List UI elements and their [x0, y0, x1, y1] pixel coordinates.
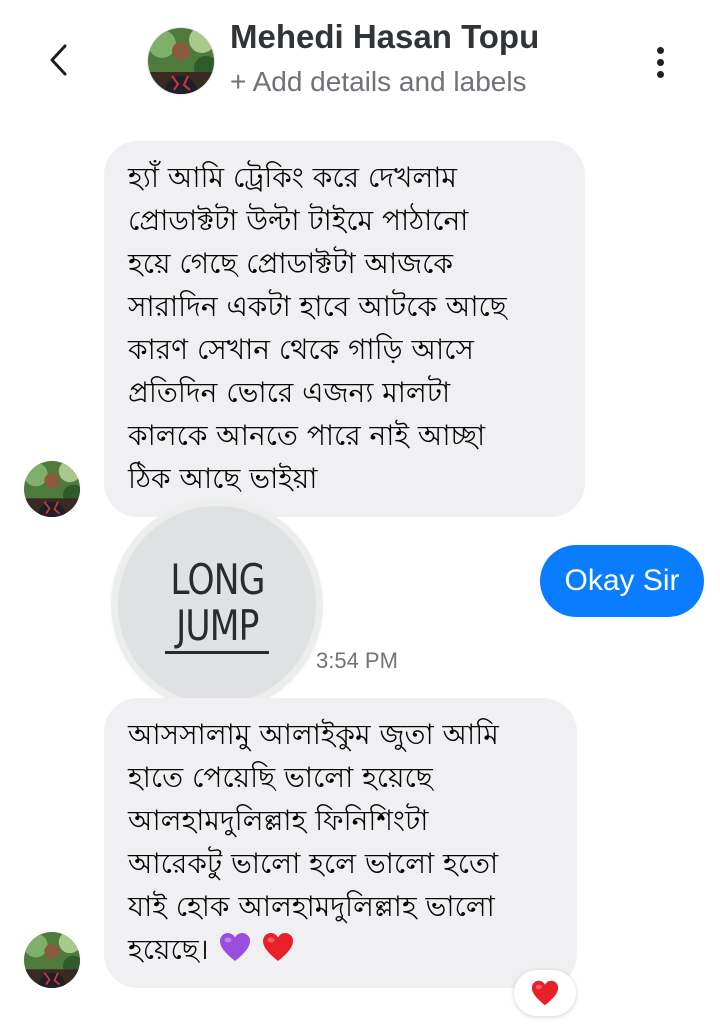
back-button[interactable]: [36, 38, 80, 82]
message-timestamp: 3:54 PM: [316, 648, 398, 673]
message-line-last: হয়েছে।: [128, 928, 553, 971]
message-line: ঠিক আছে ভাইয়া: [128, 462, 318, 495]
message-line: কালকে আনতে পারে নাই আচ্ছা: [128, 419, 486, 452]
add-details-link[interactable]: + Add details and labels: [230, 66, 527, 98]
message-line: হাতে পেয়েছি ভালো হয়েছে: [128, 761, 433, 794]
message-line: হয়ে গেছে প্রোডাক্টটা আজকে: [128, 247, 454, 280]
incoming-message-bubble[interactable]: হ্যাঁ আমি ট্রেকিং করে দেখলাম প্রোডাক্টটা…: [104, 141, 585, 517]
purple-heart-icon: [219, 933, 250, 961]
more-options-button[interactable]: [640, 40, 680, 84]
message-line: প্রতিদিন ভোরে এজন্য মালটা: [128, 376, 451, 409]
sticker-text-line: JUMP: [175, 600, 259, 650]
sticker-text-line: LONG: [169, 554, 265, 604]
contact-name[interactable]: Mehedi Hasan Topu: [230, 18, 539, 56]
incoming-message-bubble[interactable]: আসসালামু আলাইকুম জুতা আমি হাতে পেয়েছি ভ…: [104, 698, 577, 988]
message-line: আসসালামু আলাইকুম জুতা আমি: [128, 718, 499, 751]
contact-avatar[interactable]: [148, 28, 214, 94]
chevron-left-icon: [50, 44, 67, 76]
red-heart-icon: [262, 933, 293, 961]
message-line: প্রোডাক্টটা উল্টা টাইমে পাঠানো: [128, 204, 469, 237]
message-line: আলহামদুলিল্লাহ ফিনিশিংটা: [128, 804, 429, 837]
more-vertical-icon: [656, 46, 664, 54]
message-line: হ্যাঁ আমি ট্রেকিং করে দেখলাম: [128, 161, 457, 194]
outgoing-message-bubble[interactable]: Okay Sir: [540, 545, 704, 617]
message-line: কারণ সেখান থেকে গাড়ি আসে: [128, 333, 474, 366]
red-heart-icon: [531, 980, 559, 1006]
sender-avatar[interactable]: [24, 461, 80, 517]
long-jump-sticker[interactable]: LONG JUMP: [118, 506, 316, 704]
conversation-header: Mehedi Hasan Topu + Add details and labe…: [0, 0, 720, 120]
message-line: যাই হোক আলহামদুলিল্লাহ ভালো: [128, 890, 495, 923]
message-reaction[interactable]: [514, 970, 576, 1016]
message-line: আরেকটু ভালো হলে ভালো হতো: [128, 847, 499, 880]
sticker-underline: [165, 650, 269, 654]
message-line: সারাদিন একটা হাবে আটকে আছে: [128, 290, 507, 323]
sender-avatar[interactable]: [24, 932, 80, 988]
message-line-text: হয়েছে।: [128, 933, 209, 966]
